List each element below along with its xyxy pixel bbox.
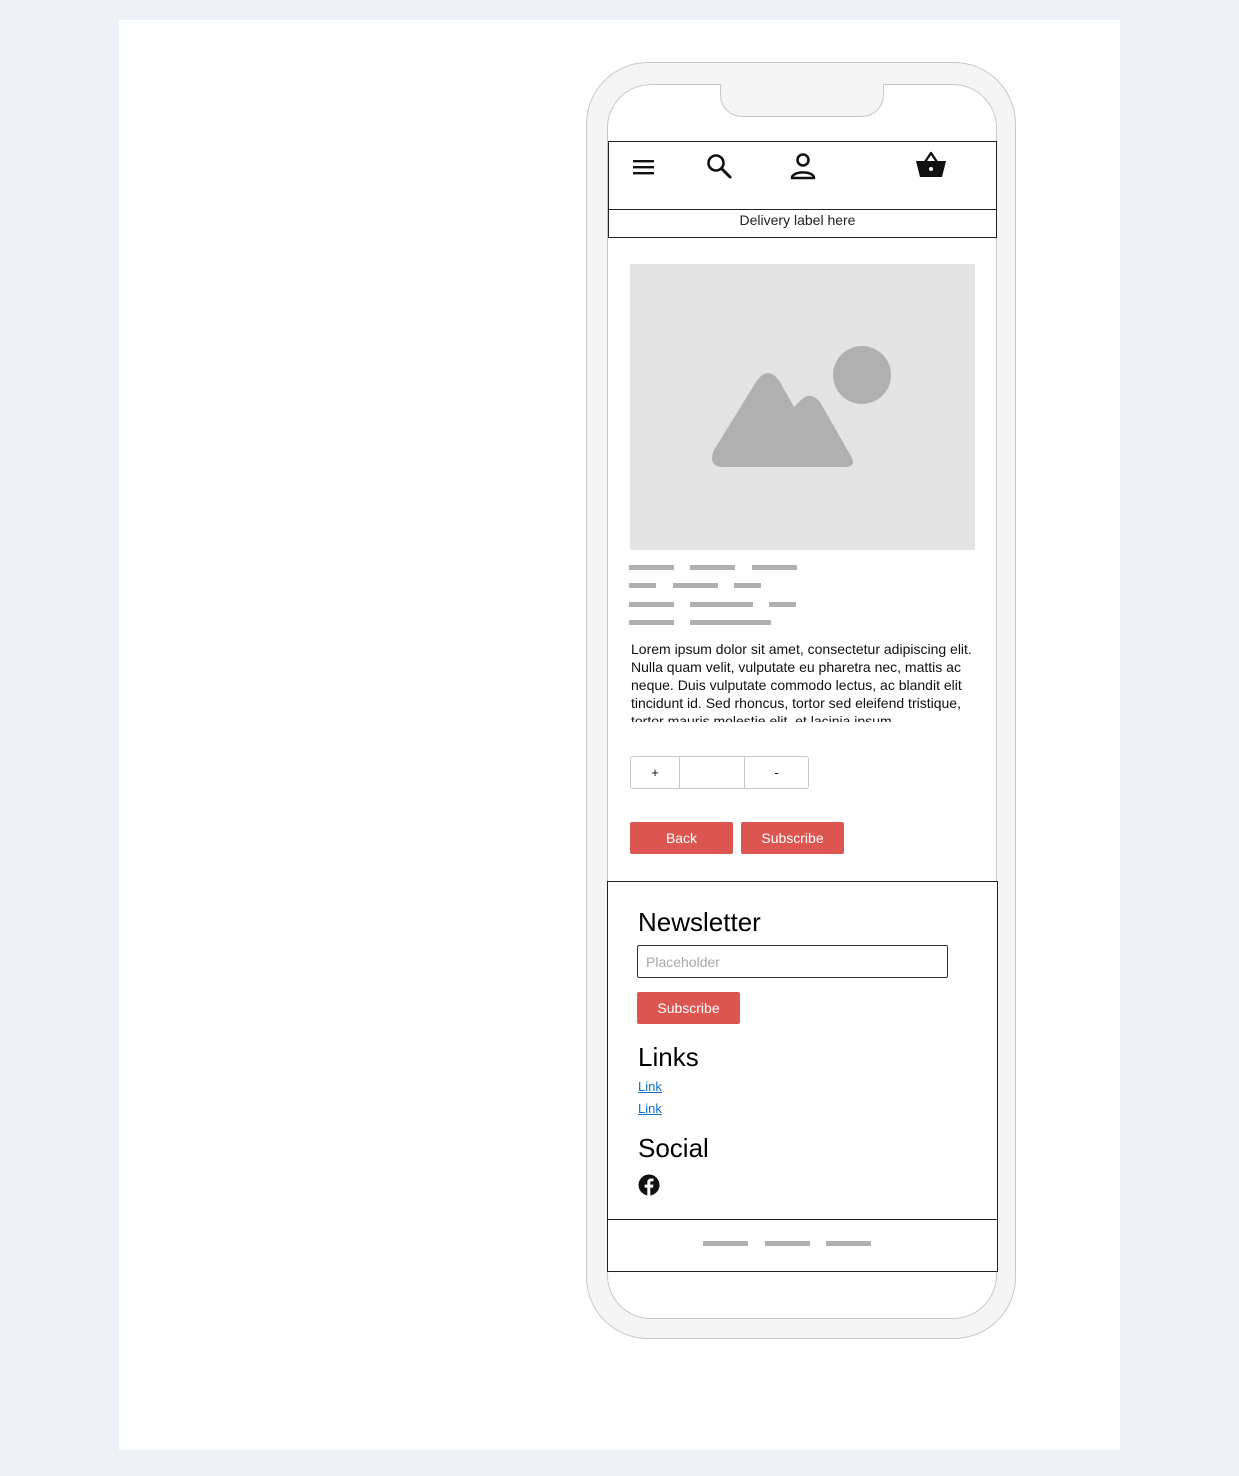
- subscribe-button[interactable]: Subscribe: [741, 822, 844, 854]
- newsletter-subscribe-button[interactable]: Subscribe: [637, 992, 740, 1024]
- delivery-label: Delivery label here: [608, 209, 997, 238]
- product-description: Lorem ipsum dolor sit amet, consectetur …: [631, 641, 972, 722]
- decrement-button[interactable]: -: [744, 756, 809, 789]
- text-skeleton: [752, 565, 797, 570]
- basket-icon[interactable]: [914, 149, 948, 181]
- back-button[interactable]: Back: [630, 822, 733, 854]
- text-skeleton: [629, 565, 674, 570]
- text-skeleton: [826, 1241, 871, 1246]
- text-skeleton: [769, 602, 796, 607]
- newsletter-email-input[interactable]: [637, 945, 948, 978]
- image-placeholder-icon: [711, 346, 891, 467]
- facebook-icon[interactable]: [638, 1174, 660, 1196]
- product-image: [630, 264, 975, 550]
- text-skeleton: [629, 583, 656, 588]
- text-skeleton: [734, 583, 761, 588]
- quantity-stepper: + -: [630, 756, 809, 789]
- search-icon[interactable]: [705, 152, 733, 180]
- user-icon[interactable]: [789, 152, 817, 182]
- text-skeleton: [629, 602, 674, 607]
- footer-link[interactable]: Link: [638, 1101, 662, 1116]
- text-skeleton: [703, 1241, 748, 1246]
- footer-link[interactable]: Link: [638, 1079, 662, 1094]
- newsletter-heading: Newsletter: [638, 907, 761, 937]
- menu-icon[interactable]: [632, 157, 656, 177]
- text-skeleton: [690, 620, 771, 625]
- text-skeleton: [690, 565, 735, 570]
- text-skeleton: [629, 620, 674, 625]
- quantity-field[interactable]: [680, 756, 744, 789]
- links-heading: Links: [638, 1042, 699, 1072]
- phone-notch: [720, 84, 884, 117]
- social-heading: Social: [638, 1133, 709, 1163]
- increment-button[interactable]: +: [630, 756, 680, 789]
- text-skeleton: [673, 583, 718, 588]
- text-skeleton: [690, 602, 753, 607]
- text-skeleton: [765, 1241, 810, 1246]
